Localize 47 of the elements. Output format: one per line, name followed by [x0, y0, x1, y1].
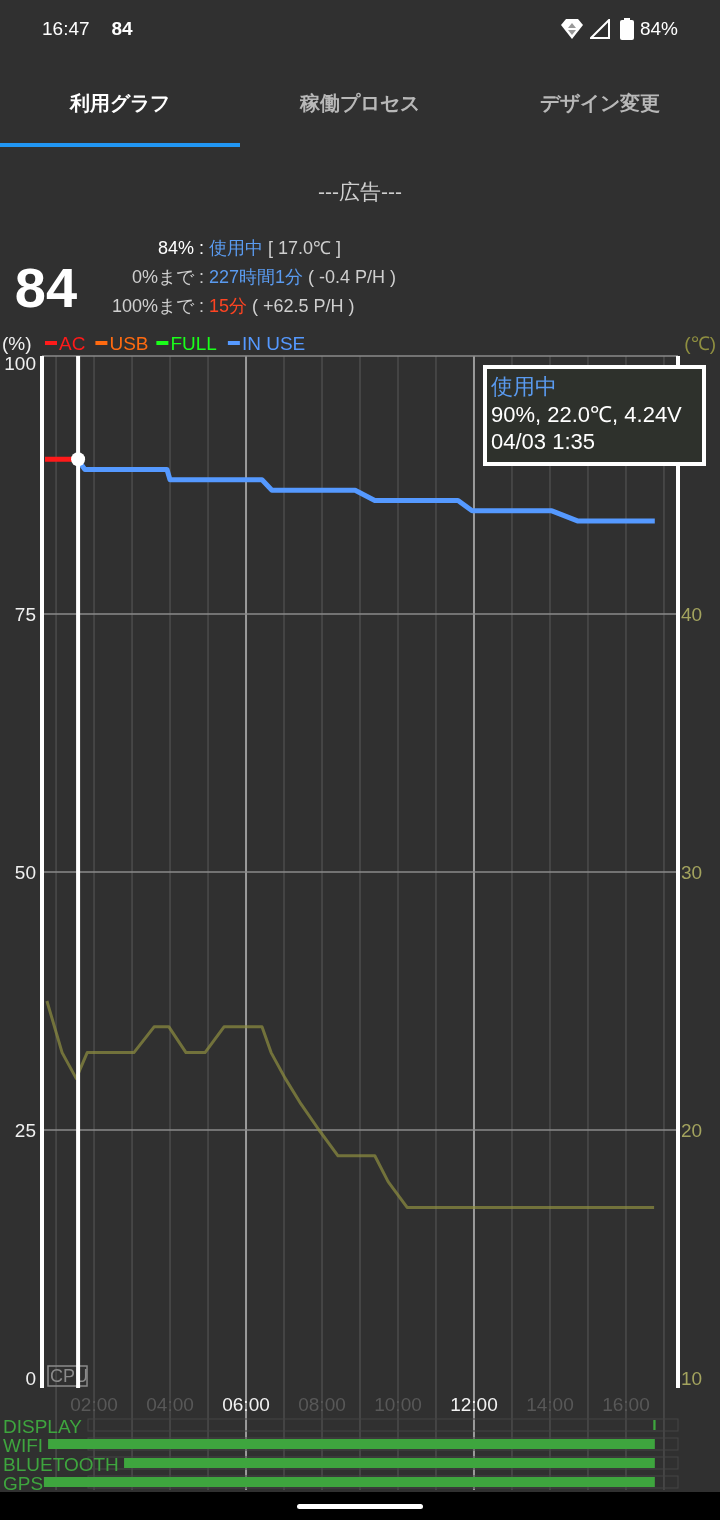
tab[interactable]: 利用グラフ	[0, 58, 240, 147]
y-axis-label: 0	[25, 1368, 36, 1389]
tab[interactable]: デザイン変更	[480, 58, 720, 147]
battery-percent: 84%	[639, 16, 678, 41]
battery-level: 84	[13, 259, 79, 316]
summary-detail: ( +62.5 P/H )	[252, 294, 355, 318]
summary-detail: [ 17.0℃ ]	[268, 236, 342, 260]
signal-icon	[589, 19, 610, 39]
tooltip-title: 使用中	[491, 374, 557, 399]
tooltip-text: 04/03 1:35	[491, 429, 595, 454]
y-axis-label: 100	[4, 353, 36, 374]
temperature-axis-label: 40	[681, 604, 703, 625]
x-axis-label: 06:00	[222, 1394, 270, 1415]
activity-label: GPS	[3, 1473, 44, 1492]
legend-label: IN USE	[241, 333, 306, 354]
summary-value: 15分	[209, 294, 248, 318]
status-time: 16:47	[42, 16, 90, 41]
wifi-icon	[559, 18, 584, 40]
notification-count: 84	[111, 16, 133, 41]
activity-bar	[653, 1420, 656, 1430]
tab[interactable]: 稼働プロセス	[240, 58, 480, 147]
temperature-axis-label: 10	[681, 1368, 703, 1389]
summary-label: 84% :	[156, 236, 204, 260]
y-axis-title: (%)	[2, 333, 32, 354]
legend-label: FULL	[170, 333, 217, 354]
temperature-axis-label: 30	[681, 862, 703, 883]
cursor-dot[interactable]	[71, 452, 86, 467]
activity-label: DISPLAY	[3, 1416, 82, 1437]
activity-label: WIFI	[3, 1435, 44, 1456]
x-axis-label: 12:00	[450, 1394, 498, 1415]
temperature-axis-label: 20	[681, 1120, 703, 1141]
activity-label: BLUETOOTH	[3, 1454, 119, 1475]
battery-icon	[619, 18, 634, 40]
y-axis-label: 25	[14, 1120, 36, 1141]
summary-label: 100%まで :	[110, 294, 204, 318]
legend-label: USB	[109, 333, 149, 354]
y-axis-label: 75	[14, 604, 36, 625]
summary-label: 0%まで :	[130, 265, 204, 289]
y-axis-label: 50	[14, 862, 36, 883]
temperature-axis-title: (℃)	[684, 333, 716, 354]
ad-label: ---広告---	[318, 179, 402, 206]
home-indicator[interactable]	[297, 1503, 423, 1509]
summary-value: 使用中	[209, 236, 263, 260]
tooltip-text: 90%, 22.0℃, 4.24V	[491, 402, 682, 427]
summary-detail: ( -0.4 P/H )	[308, 265, 397, 289]
legend-label: AC	[59, 333, 86, 354]
summary-value: 227時間1分	[209, 265, 304, 289]
